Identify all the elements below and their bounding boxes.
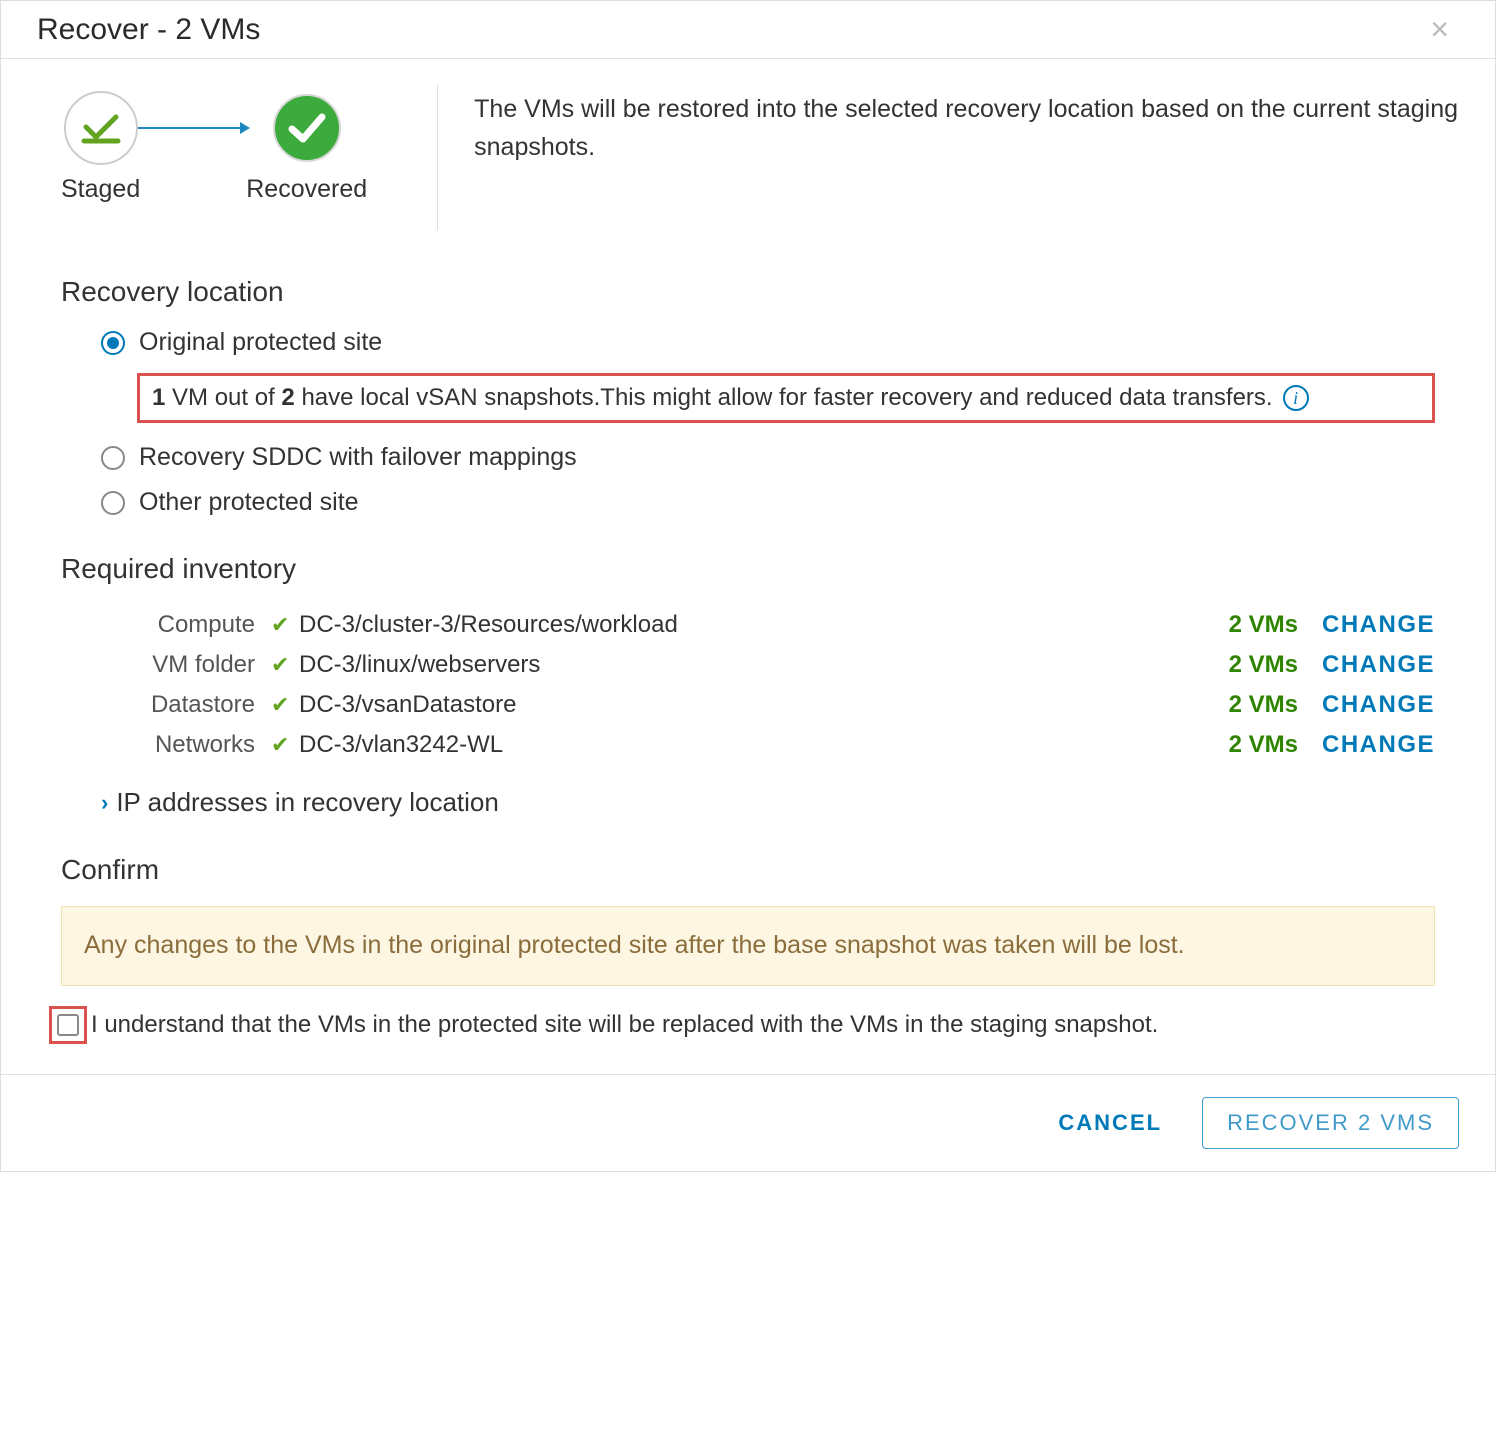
check-icon: ✔: [271, 732, 299, 758]
modal-footer: CANCEL RECOVER 2 VMS: [1, 1074, 1495, 1171]
confirm-text: I understand that the VMs in the protect…: [91, 1011, 1158, 1039]
inventory-path: DC-3/cluster-3/Resources/workload: [299, 611, 1229, 639]
warning-banner: Any changes to the VMs in the original p…: [61, 906, 1435, 986]
confirm-checkbox-row[interactable]: I understand that the VMs in the protect…: [49, 1006, 1435, 1044]
check-icon: ✔: [271, 692, 299, 718]
radio-recovery-sddc[interactable]: Recovery SDDC with failover mappings: [101, 443, 1435, 472]
note-mid: VM out of: [165, 384, 281, 411]
confirm-heading: Confirm: [61, 854, 1435, 886]
modal-header: Recover - 2 VMs ×: [1, 1, 1495, 59]
step-staged: Staged: [61, 91, 140, 204]
radio-label: Original protected site: [139, 328, 382, 357]
chevron-right-icon: ›: [101, 790, 108, 816]
info-icon[interactable]: i: [1283, 385, 1309, 411]
vm-count-2: 2: [281, 384, 294, 411]
modal-title: Recover - 2 VMs: [37, 13, 260, 47]
confirm-checkbox[interactable]: [57, 1014, 79, 1036]
inventory-label: Networks: [101, 731, 271, 759]
step-recovered: Recovered: [246, 91, 367, 204]
inventory-count: 2 VMs: [1229, 731, 1322, 759]
modal-description: The VMs will be restored into the select…: [438, 85, 1459, 166]
change-link[interactable]: CHANGE: [1322, 651, 1435, 679]
checkbox-highlight: [49, 1006, 87, 1044]
required-inventory-heading: Required inventory: [61, 553, 1435, 585]
recovery-location-heading: Recovery location: [61, 276, 1435, 308]
inventory-label: Compute: [101, 611, 271, 639]
radio-icon: [101, 491, 125, 515]
recovery-location-section: Recovery location Original protected sit…: [1, 276, 1495, 517]
stepper-row: Staged Recovered The VMs will be restore…: [1, 59, 1495, 240]
note-rest: have local vSAN snapshots.This might all…: [295, 384, 1273, 411]
stepper: Staged Recovered: [61, 85, 438, 230]
inventory-table: Compute✔DC-3/cluster-3/Resources/workloa…: [61, 605, 1435, 765]
radio-other-site[interactable]: Other protected site: [101, 488, 1435, 517]
inventory-path: DC-3/vsanDatastore: [299, 691, 1229, 719]
radio-label: Recovery SDDC with failover mappings: [139, 443, 577, 472]
change-link[interactable]: CHANGE: [1322, 731, 1435, 759]
recovered-step-icon: [270, 91, 344, 165]
inventory-path: DC-3/linux/webservers: [299, 651, 1229, 679]
ip-addresses-expander[interactable]: › IP addresses in recovery location: [101, 787, 1435, 818]
step-staged-label: Staged: [61, 175, 140, 204]
vsan-snapshot-text: 1 VM out of 2 have local vSAN snapshots.…: [152, 384, 1273, 412]
step-recovered-label: Recovered: [246, 175, 367, 204]
inventory-count: 2 VMs: [1229, 651, 1322, 679]
inventory-row: Datastore✔DC-3/vsanDatastore2 VMsCHANGE: [101, 685, 1435, 725]
close-icon[interactable]: ×: [1420, 11, 1459, 48]
inventory-count: 2 VMs: [1229, 691, 1322, 719]
recover-modal: Recover - 2 VMs × Staged: [0, 0, 1496, 1172]
change-link[interactable]: CHANGE: [1322, 691, 1435, 719]
confirm-section: Confirm Any changes to the VMs in the or…: [1, 854, 1495, 1044]
step-connector-arrow-icon: [138, 127, 248, 129]
inventory-row: VM folder✔DC-3/linux/webservers2 VMsCHAN…: [101, 645, 1435, 685]
vm-count-1: 1: [152, 384, 165, 411]
radio-icon: [101, 331, 125, 355]
vsan-snapshot-note: 1 VM out of 2 have local vSAN snapshots.…: [137, 373, 1435, 423]
inventory-row: Compute✔DC-3/cluster-3/Resources/workloa…: [101, 605, 1435, 645]
inventory-label: VM folder: [101, 651, 271, 679]
radio-icon: [101, 446, 125, 470]
inventory-count: 2 VMs: [1229, 611, 1322, 639]
inventory-path: DC-3/vlan3242-WL: [299, 731, 1229, 759]
ip-addresses-label: IP addresses in recovery location: [116, 787, 499, 818]
inventory-label: Datastore: [101, 691, 271, 719]
cancel-button[interactable]: CANCEL: [1040, 1098, 1180, 1148]
required-inventory-section: Required inventory Compute✔DC-3/cluster-…: [1, 553, 1495, 818]
radio-label: Other protected site: [139, 488, 359, 517]
radio-original-site[interactable]: Original protected site: [101, 328, 1435, 357]
staged-step-icon: [64, 91, 138, 165]
check-icon: ✔: [271, 612, 299, 638]
recovery-location-radio-group: Original protected site 1 VM out of 2 ha…: [61, 328, 1435, 517]
change-link[interactable]: CHANGE: [1322, 611, 1435, 639]
recover-button[interactable]: RECOVER 2 VMS: [1202, 1097, 1459, 1149]
check-icon: ✔: [271, 652, 299, 678]
inventory-row: Networks✔DC-3/vlan3242-WL2 VMsCHANGE: [101, 725, 1435, 765]
